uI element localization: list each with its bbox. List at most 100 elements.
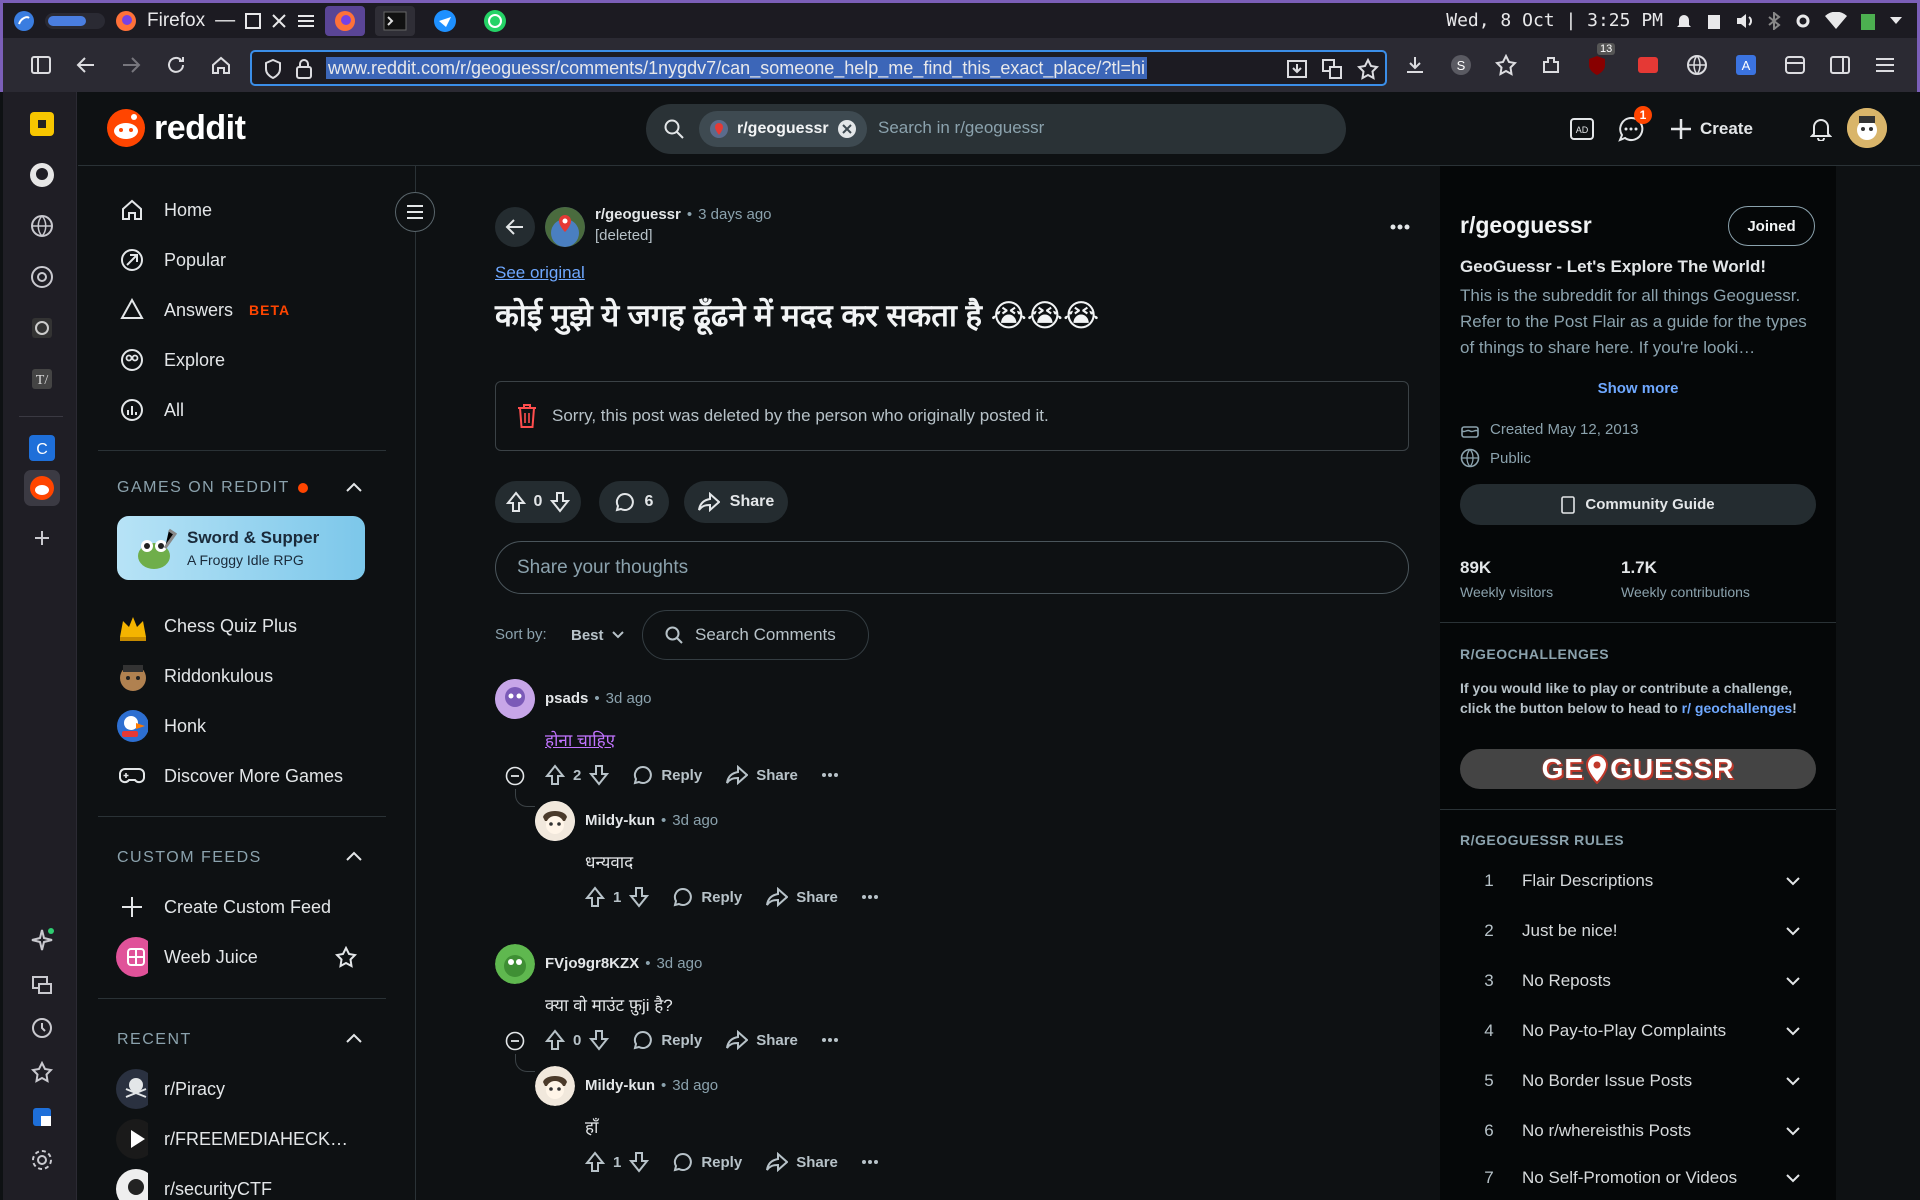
share-button[interactable]: Share xyxy=(726,1030,798,1050)
create-custom-feed[interactable]: Create Custom Feed xyxy=(116,887,331,927)
chatgpt-icon[interactable] xyxy=(24,259,60,295)
chevron-up-icon[interactable] xyxy=(346,482,362,492)
chevron-up-icon[interactable] xyxy=(346,1033,362,1043)
post-share-button[interactable]: Share xyxy=(684,481,788,523)
geochallenges-link[interactable]: r/ geochallenges xyxy=(1682,700,1792,716)
commenter-avatar[interactable] xyxy=(535,1066,575,1106)
more-options-icon[interactable] xyxy=(861,894,878,900)
more-options-icon[interactable] xyxy=(861,1159,878,1165)
joined-button[interactable]: Joined xyxy=(1728,206,1815,246)
game-riddonkulous[interactable]: Riddonkulous xyxy=(116,656,273,696)
back-button[interactable] xyxy=(495,207,535,247)
bell-icon[interactable] xyxy=(1675,12,1693,30)
ublock-icon[interactable]: 13 xyxy=(1579,43,1616,83)
sidebar-reddit-icon[interactable] xyxy=(24,470,60,506)
bluetooth-icon[interactable] xyxy=(1767,11,1781,30)
datetime[interactable]: Wed, 8 Oct | 3:25 PM xyxy=(1446,10,1663,31)
minimize-icon[interactable]: — xyxy=(215,9,235,32)
share-button[interactable]: Share xyxy=(726,765,798,785)
download-page-icon[interactable] xyxy=(1287,59,1307,79)
reply-button[interactable]: Reply xyxy=(633,765,702,785)
bookmarks-icon[interactable] xyxy=(1488,47,1524,83)
see-original-link[interactable]: See original xyxy=(495,263,585,283)
nav-answers[interactable]: Answers BETA xyxy=(116,290,290,330)
sidebar-app-yellow-icon[interactable] xyxy=(24,106,60,142)
post-more-icon[interactable] xyxy=(1390,224,1410,230)
chevron-up-icon[interactable] xyxy=(346,851,362,861)
containers-icon[interactable] xyxy=(1777,47,1813,83)
forward-icon[interactable] xyxy=(113,47,149,83)
volume-icon[interactable] xyxy=(1735,12,1755,30)
lock-icon[interactable] xyxy=(296,59,312,79)
shield-icon[interactable] xyxy=(264,59,282,79)
post-comments-button[interactable]: 6 xyxy=(599,481,669,523)
translate-icon[interactable] xyxy=(1322,59,1342,79)
chat-icon[interactable]: 1 xyxy=(1616,106,1652,144)
comment-author[interactable]: Mildy-kun xyxy=(585,812,655,829)
discover-more-games[interactable]: Discover More Games xyxy=(116,756,343,796)
game-chess-quiz[interactable]: Chess Quiz Plus xyxy=(116,606,297,646)
ai-sparkle-icon[interactable] xyxy=(24,922,60,958)
taskbar-app-blue[interactable] xyxy=(425,6,465,36)
add-panel-icon[interactable] xyxy=(24,520,60,556)
search-bar[interactable]: r/geoguessr Search in r/geoguessr xyxy=(646,104,1346,154)
rule-item[interactable]: 4 No Pay-to-Play Complaints xyxy=(1460,1011,1816,1051)
nav-all[interactable]: All xyxy=(116,390,184,430)
games-section-title[interactable]: GAMES ON REDDIT xyxy=(117,479,308,497)
os-menu-icon[interactable] xyxy=(13,10,35,32)
downloads-icon[interactable] xyxy=(1397,47,1433,83)
advertise-icon[interactable]: AD xyxy=(1567,114,1597,144)
rule-item[interactable]: 2 Just be nice! xyxy=(1460,911,1816,951)
extension-s-icon[interactable]: S xyxy=(1443,47,1479,83)
downvote-icon[interactable] xyxy=(550,491,571,513)
bookmark-star-icon[interactable] xyxy=(1357,58,1379,80)
upvote-icon[interactable] xyxy=(585,1151,605,1173)
recent-piracy[interactable]: r/Piracy xyxy=(116,1069,225,1109)
post-subreddit-link[interactable]: r/geoguessr xyxy=(595,206,681,223)
collapse-thread-icon[interactable] xyxy=(505,766,525,786)
share-button[interactable]: Share xyxy=(766,1152,838,1172)
github-icon[interactable] xyxy=(24,157,60,193)
brightness-icon[interactable] xyxy=(1793,11,1813,31)
reply-button[interactable]: Reply xyxy=(673,887,742,907)
subreddit-filter-chip[interactable]: r/geoguessr xyxy=(699,111,867,147)
rule-item[interactable]: 6 No r/whereisthis Posts xyxy=(1460,1111,1816,1151)
recent-securityctf[interactable]: r/securityCTF xyxy=(116,1169,272,1200)
upvote-icon[interactable] xyxy=(505,491,526,513)
recent-title[interactable]: RECENT xyxy=(117,1031,192,1049)
chevron-down-icon[interactable] xyxy=(1889,16,1903,26)
featured-game-banner[interactable]: Sword & Supper A Froggy Idle RPG xyxy=(117,516,365,580)
workspace-indicator[interactable] xyxy=(45,12,105,29)
comment-body[interactable]: होना चाहिए xyxy=(545,728,615,751)
community-guide-button[interactable]: Community Guide xyxy=(1460,484,1816,525)
more-options-icon[interactable] xyxy=(821,772,838,778)
settings-icon[interactable] xyxy=(24,1142,60,1178)
more-options-icon[interactable] xyxy=(821,1037,838,1043)
hamburger-icon[interactable] xyxy=(297,13,315,29)
comment-author[interactable]: psads xyxy=(545,690,588,707)
url-text[interactable]: www.reddit.com/r/geoguessr/comments/1nyg… xyxy=(326,57,1147,79)
synced-tabs-icon[interactable] xyxy=(24,967,60,1003)
extension-red-icon[interactable] xyxy=(1630,47,1666,83)
taskbar-whatsapp[interactable] xyxy=(475,6,515,36)
sidebar-app-t-icon[interactable]: T/ xyxy=(24,361,60,397)
upvote-icon[interactable] xyxy=(545,1029,565,1051)
close-icon[interactable] xyxy=(271,13,287,29)
user-avatar[interactable] xyxy=(1847,108,1887,148)
extensions-icon[interactable] xyxy=(1533,47,1569,83)
close-chip-icon[interactable] xyxy=(837,119,857,139)
history-icon[interactable] xyxy=(24,1010,60,1046)
downvote-icon[interactable] xyxy=(589,1029,610,1051)
commenter-avatar[interactable] xyxy=(495,944,535,984)
notifications-icon[interactable] xyxy=(1806,114,1836,144)
favorite-star-icon[interactable] xyxy=(335,946,357,968)
globe-icon[interactable] xyxy=(24,208,60,244)
rule-item[interactable]: 5 No Border Issue Posts xyxy=(1460,1061,1816,1101)
bookmarks-sidebar-icon[interactable] xyxy=(24,1054,60,1090)
back-icon[interactable] xyxy=(68,47,104,83)
url-bar[interactable]: www.reddit.com/r/geoguessr/comments/1nyg… xyxy=(250,50,1387,86)
create-button[interactable]: Create xyxy=(1670,112,1753,146)
commenter-avatar[interactable] xyxy=(495,679,535,719)
downvote-icon[interactable] xyxy=(589,764,610,786)
nav-popular[interactable]: Popular xyxy=(116,240,226,280)
